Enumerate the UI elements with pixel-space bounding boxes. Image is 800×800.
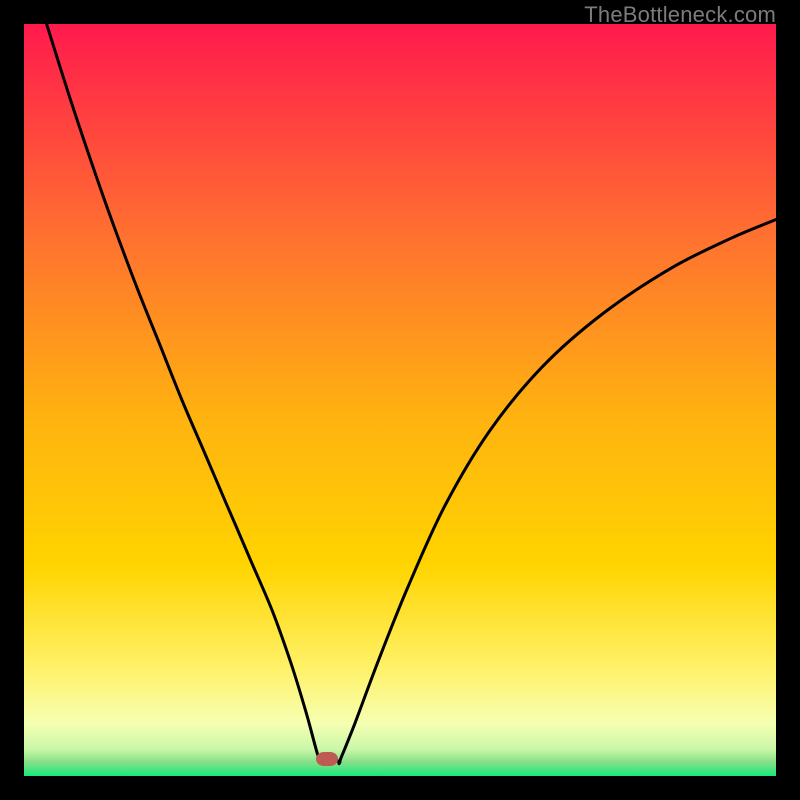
optimal-point-marker	[316, 752, 338, 766]
bottleneck-chart	[24, 24, 776, 776]
chart-frame	[24, 24, 776, 776]
gradient-background	[24, 24, 776, 776]
watermark-text: TheBottleneck.com	[584, 2, 776, 28]
